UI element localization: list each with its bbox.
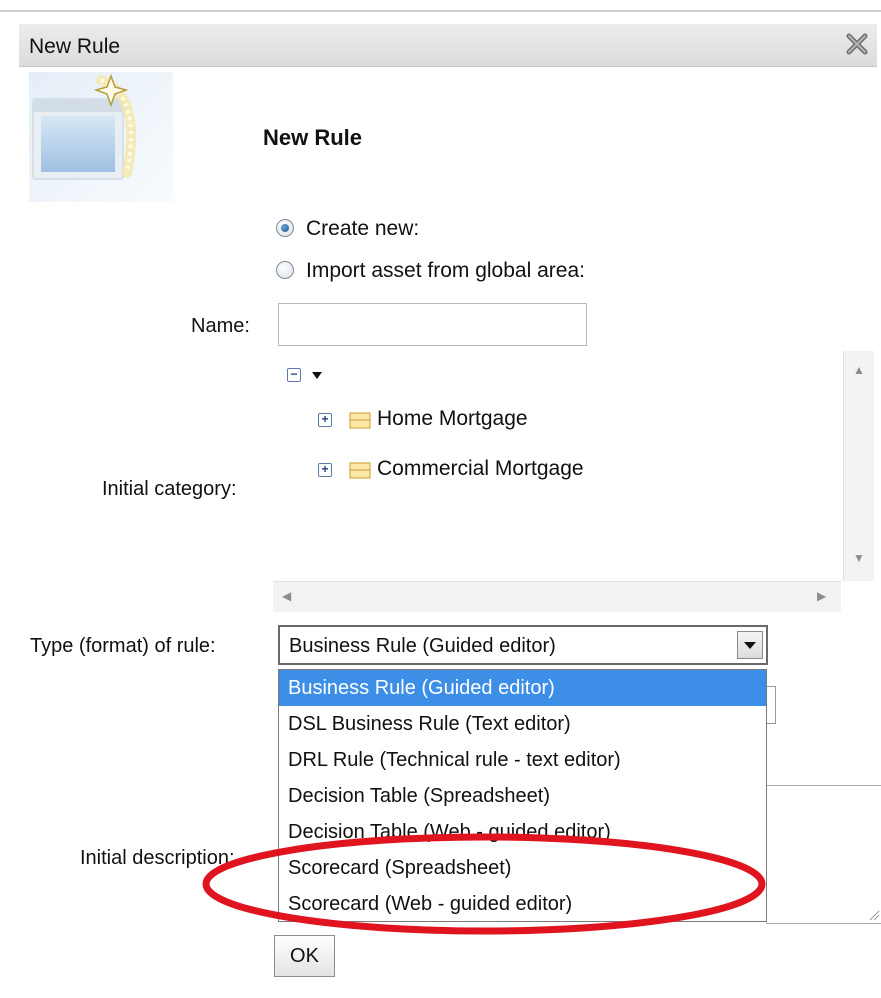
tree-root-collapse-icon[interactable]: − (287, 368, 301, 382)
scroll-left-icon[interactable]: ◀ (282, 589, 291, 603)
close-icon[interactable] (843, 30, 871, 58)
wizard-header-title: New Rule (263, 125, 363, 150)
dropdown-option[interactable]: Decision Table (Spreadsheet) (279, 778, 766, 814)
new-rule-wizard-icon (29, 72, 173, 202)
red-highlight-ellipse (202, 833, 766, 935)
description-textarea[interactable] (766, 785, 881, 924)
initial-category-label: Initial category: (102, 478, 237, 500)
rule-type-select[interactable]: Business Rule (Guided editor) (278, 625, 768, 665)
category-tree[interactable]: − + Home Mortgage + Commercial Mortgage (273, 351, 873, 581)
create-new-radio[interactable] (276, 219, 294, 237)
import-global-radio[interactable] (276, 261, 294, 279)
tree-horizontal-scrollbar[interactable]: ◀ ▶ (273, 581, 841, 612)
dialog-titlebar: New Rule (19, 24, 877, 67)
scroll-up-icon[interactable]: ▲ (853, 363, 865, 377)
create-new-label: Create new: (306, 217, 420, 240)
dropdown-option[interactable]: DSL Business Rule (Text editor) (279, 706, 766, 742)
type-label: Type (format) of rule: (30, 635, 216, 657)
chevron-down-icon[interactable] (737, 631, 763, 659)
dialog-title: New Rule (29, 35, 121, 58)
expand-commercial-mortgage-icon[interactable]: + (318, 463, 332, 477)
name-label: Name: (191, 315, 250, 337)
dropdown-option[interactable]: DRL Rule (Technical rule - text editor) (279, 742, 766, 778)
tree-vertical-scrollbar[interactable]: ▲ ▼ (843, 351, 874, 581)
tree-item-home-mortgage[interactable]: Home Mortgage (377, 407, 528, 431)
category-folder-icon (349, 412, 371, 429)
window-top-border (0, 10, 881, 12)
resize-handle-icon[interactable] (869, 910, 880, 921)
scroll-right-icon[interactable]: ▶ (817, 589, 826, 603)
scroll-down-icon[interactable]: ▼ (853, 551, 865, 565)
rule-type-selected-value: Business Rule (Guided editor) (289, 635, 556, 657)
expand-home-mortgage-icon[interactable]: + (318, 413, 332, 427)
dropdown-triangle-icon[interactable] (311, 371, 323, 381)
dropdown-option[interactable]: Business Rule (Guided editor) (279, 670, 766, 706)
obscured-control-edge (767, 686, 776, 724)
name-input[interactable] (278, 303, 587, 346)
tree-item-commercial-mortgage[interactable]: Commercial Mortgage (377, 457, 584, 481)
ok-button[interactable]: OK (274, 935, 335, 977)
import-global-label: Import asset from global area: (306, 259, 585, 282)
category-folder-icon (349, 462, 371, 479)
